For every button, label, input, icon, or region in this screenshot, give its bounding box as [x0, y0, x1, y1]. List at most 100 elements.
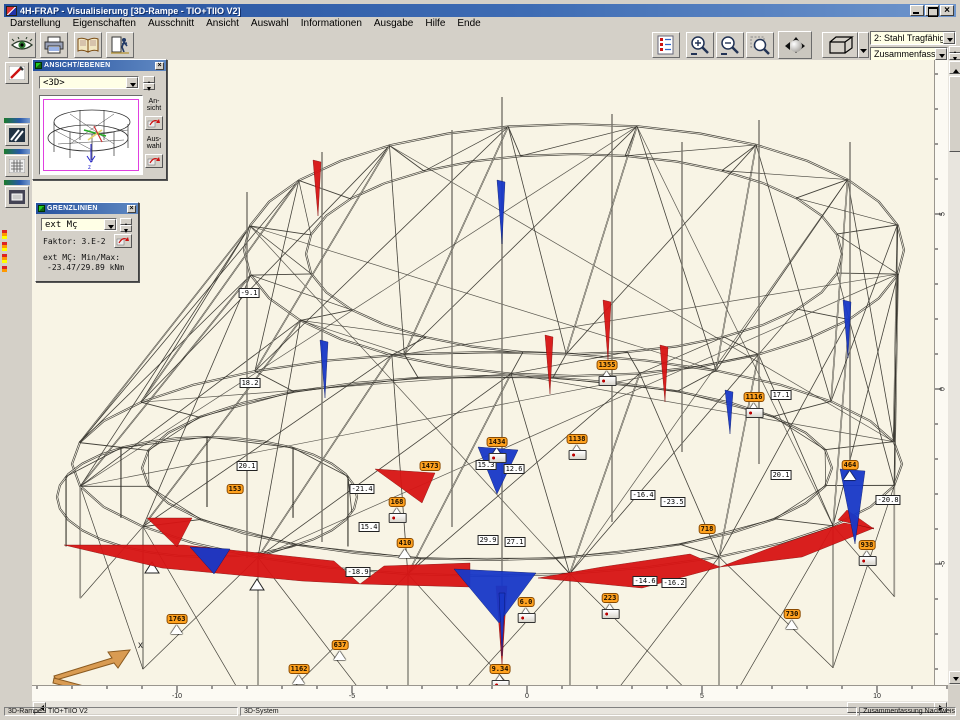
vertical-ruler: 50-5 [934, 60, 948, 685]
spinner-up-icon[interactable] [143, 76, 155, 83]
loadcase-list-button[interactable] [652, 32, 680, 58]
view-thumbnail[interactable]: z [39, 95, 143, 175]
grenzlinien-panel-titlebar[interactable]: GRENZLINIEN × [36, 203, 138, 214]
node-number-label: 410 [397, 538, 414, 548]
moment-value-label: -18.9 [345, 567, 370, 577]
menu-item[interactable]: Darstellung [4, 18, 67, 29]
vertical-scrollbar[interactable] [948, 60, 960, 685]
chevron-down-icon[interactable] [943, 32, 955, 44]
node-number-label: 637 [332, 640, 349, 650]
menu-item[interactable]: Hilfe [419, 18, 451, 29]
menu-item[interactable]: Ausschnitt [142, 18, 200, 29]
result-spinner[interactable] [949, 46, 960, 60]
cube-3d-icon [825, 35, 855, 55]
printer-icon [43, 36, 65, 54]
hatch-icon [9, 128, 25, 142]
menu-item[interactable]: Ansicht [200, 18, 245, 29]
node-number-label: 6.0 [518, 597, 535, 607]
spinner-down-icon[interactable] [120, 225, 132, 232]
node-number-label: 938 [859, 540, 876, 550]
menu-item[interactable]: Auswahl [245, 18, 295, 29]
chevron-down-icon[interactable] [126, 77, 138, 88]
node-number-label: 718 [699, 524, 716, 534]
node-number-label: 730 [784, 609, 801, 619]
ruler-label: 0 [940, 387, 947, 391]
spinner-up-icon[interactable] [120, 218, 132, 225]
apply-arrow-icon [147, 118, 161, 128]
status-field: 3D-System [240, 707, 857, 716]
section-tool-button[interactable] [5, 186, 29, 208]
apply-selection-button[interactable] [145, 154, 163, 168]
menu-bar: DarstellungEigenschaftenAusschnittAnsich… [4, 17, 956, 30]
grid-tool-button[interactable] [5, 155, 29, 177]
view-3d-dropdown-button[interactable] [858, 32, 869, 58]
spinner-down-icon[interactable] [949, 53, 960, 60]
vertical-scroll-thumb[interactable] [949, 76, 960, 152]
result-combo-value: Zusammenfassung [871, 49, 935, 59]
minmax-label: ext MÇ: Min/Max: [43, 253, 120, 262]
scroll-up-button[interactable] [949, 61, 960, 74]
menu-item[interactable]: Eigenschaften [67, 18, 142, 29]
view-combo[interactable]: <3D> [39, 76, 139, 89]
result-combo[interactable]: Zusammenfassung [870, 47, 948, 61]
palette-caption[interactable] [4, 180, 30, 185]
menu-item[interactable]: Ende [451, 18, 486, 29]
status-bar: 3D-Rampe - TIO+TIIO V23D-SystemZusammenf… [4, 707, 956, 716]
apply-view-button[interactable] [145, 116, 163, 130]
app-window: 4H-FRAP - Visualisierung [3D-Rampe - TIO… [0, 0, 960, 720]
ansicht-panel-titlebar[interactable]: ANSICHT/EBENEN × [33, 60, 166, 71]
pan-ball[interactable] [790, 40, 802, 52]
pan-left-icon[interactable] [781, 42, 790, 50]
view-3d-box-button[interactable] [822, 32, 858, 58]
pan-control[interactable] [778, 31, 812, 59]
horizontal-ruler: -10-50510 [32, 685, 948, 701]
redline-tool-button[interactable] [5, 62, 29, 84]
ansicht-label: An-sicht [141, 98, 167, 112]
zoom-out-button[interactable] [716, 32, 744, 58]
thumbnail-structure: z [44, 100, 138, 170]
left-tool-strip [2, 60, 32, 681]
zoom-out-icon [719, 34, 741, 56]
view-spinner[interactable] [143, 76, 155, 90]
zoom-window-button[interactable] [746, 32, 774, 58]
result-component-combo[interactable]: ext Mç [41, 218, 117, 231]
chevron-down-icon[interactable] [104, 219, 116, 230]
result-component-value: ext Mç [42, 220, 104, 230]
palette-caption[interactable] [4, 118, 30, 123]
marker-pen-icon [9, 66, 25, 80]
exit-button[interactable] [106, 32, 134, 58]
menu-item[interactable]: Ausgabe [368, 18, 419, 29]
analysis-combo-value: 2: Stahl Tragfähigkeit (Th. 2. O [871, 33, 943, 43]
menu-item[interactable]: Informationen [295, 18, 368, 29]
minimize-button[interactable] [910, 5, 924, 16]
thumb-axis-label: z [88, 165, 91, 170]
moment-value-label: 20.1 [771, 470, 792, 480]
close-icon[interactable]: × [127, 205, 136, 213]
apply-faktor-button[interactable] [114, 234, 132, 248]
scroll-down-button[interactable] [949, 671, 960, 684]
maximize-button[interactable] [925, 5, 939, 16]
apply-arrow-icon [147, 156, 161, 166]
node-number-label: 1434 [487, 437, 508, 447]
zoom-in-icon [689, 34, 711, 56]
close-button[interactable] [940, 5, 954, 16]
chevron-down-icon[interactable] [935, 48, 947, 60]
palette-caption[interactable] [4, 149, 30, 154]
component-spinner[interactable] [120, 218, 132, 232]
close-icon[interactable]: × [155, 62, 164, 70]
spinner-down-icon[interactable] [143, 83, 155, 90]
analysis-combo[interactable]: 2: Stahl Tragfähigkeit (Th. 2. O [870, 31, 956, 45]
node-number-label: 153 [227, 484, 244, 494]
moment-value-label: -14.6 [632, 576, 657, 586]
loadcase-list-icon [656, 35, 676, 55]
hatch-tool-button[interactable] [5, 124, 29, 146]
title-bar: 4H-FRAP - Visualisierung [3D-Rampe - TIO… [4, 4, 956, 17]
moment-value-label: 12.6 [504, 464, 525, 474]
spinner-up-icon[interactable] [949, 46, 960, 53]
preview-eye-button[interactable] [8, 32, 36, 58]
zoom-in-button[interactable] [686, 32, 714, 58]
print-button[interactable] [40, 32, 68, 58]
help-book-button[interactable] [74, 32, 102, 58]
viewport-3d[interactable]: x y -9.118.220.1-21.415.4-18.915.312.629… [32, 60, 934, 685]
minmax-value: -23.47/29.89 kNm [47, 263, 124, 272]
